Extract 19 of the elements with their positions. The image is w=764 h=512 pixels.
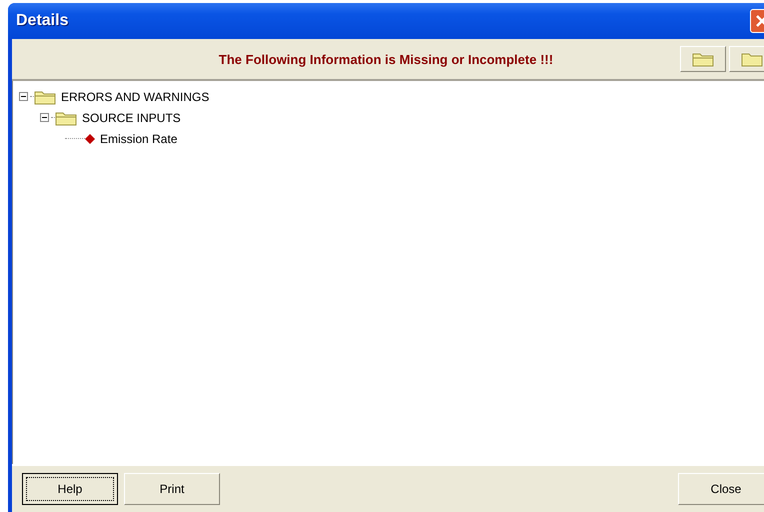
diamond-icon <box>85 134 95 144</box>
minus-icon <box>20 93 27 100</box>
dialog-button[interactable]: Help <box>22 473 118 505</box>
window-title: Details <box>16 12 68 30</box>
collapse-all-button[interactable] <box>729 46 764 72</box>
folder-icon <box>55 110 77 126</box>
warning-message: The Following Information is Missing or Incomplete !!! <box>218 52 554 66</box>
tree-node-label[interactable]: Emission Rate <box>100 132 178 146</box>
collapse-toggle[interactable] <box>40 113 49 122</box>
tree-node-label[interactable]: SOURCE INPUTS <box>82 110 181 124</box>
folder-icon <box>741 51 763 67</box>
expand-all-button[interactable] <box>680 46 726 72</box>
dialog-button[interactable]: Close <box>678 473 764 505</box>
minus-icon <box>41 114 48 121</box>
folder-icon <box>692 51 714 67</box>
dialog-button[interactable]: Print <box>124 473 220 505</box>
folder-icon <box>34 88 56 104</box>
collapse-toggle[interactable] <box>19 92 28 101</box>
tree-node-label[interactable]: ERRORS AND WARNINGS <box>61 90 210 104</box>
